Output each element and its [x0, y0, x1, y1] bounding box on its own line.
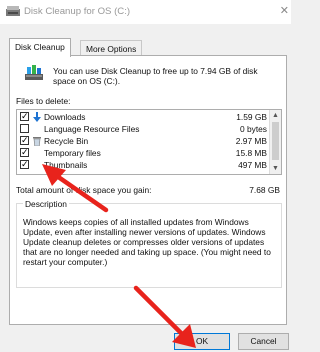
tab-disk-cleanup[interactable]: Disk Cleanup [9, 38, 71, 57]
description-text: Windows keeps copies of all installed up… [23, 217, 271, 268]
list-item-thumbnails[interactable]: ✓ Thumbnails 497 MB [17, 159, 270, 171]
file-size: 15.8 MB [235, 148, 267, 158]
recycle-bin-icon [33, 137, 41, 146]
scroll-up-icon[interactable]: ▲ [270, 110, 281, 121]
intro-text: You can use Disk Cleanup to free up to 7… [53, 66, 258, 86]
checkbox-language-resource-files[interactable] [20, 124, 29, 133]
file-size: 497 MB [238, 160, 267, 170]
total-space-value: 7.68 GB [249, 185, 280, 195]
file-name: Recycle Bin [44, 136, 89, 146]
list-item-recycle-bin[interactable]: ✓ Recycle Bin 2.97 MB [17, 135, 270, 147]
list-item-temporary-files[interactable]: ✓ Temporary files 15.8 MB [17, 147, 270, 159]
checkbox-temporary-files[interactable]: ✓ [20, 147, 29, 157]
check-icon: ✓ [21, 159, 29, 169]
disk-cleanup-panel: You can use Disk Cleanup to free up to 7… [9, 55, 287, 325]
tab-more-options[interactable]: More Options [80, 40, 143, 56]
window-title: Disk Cleanup for OS (C:) [24, 6, 131, 17]
title-bar: Disk Cleanup for OS (C:) ✕ [0, 0, 291, 24]
list-item-language-resource-files[interactable]: Language Resource Files 0 bytes [17, 123, 270, 135]
list-item-downloads[interactable]: ✓ Downloads 1.59 GB [17, 111, 270, 123]
files-list[interactable]: ✓ Downloads 1.59 GB Language Resource Fi… [16, 109, 282, 175]
cancel-button[interactable]: Cancel [238, 333, 289, 350]
disk-cleanup-icon [6, 6, 20, 16]
total-space-label: Total amount of disk space you gain: [16, 185, 152, 195]
close-icon[interactable]: ✕ [280, 4, 289, 17]
file-name: Downloads [44, 112, 86, 122]
check-icon: ✓ [21, 147, 29, 157]
files-scrollbar[interactable]: ▲ ▼ [269, 110, 281, 174]
file-name: Thumbnails [44, 160, 88, 170]
ok-button[interactable]: OK [174, 333, 230, 350]
file-size: 2.97 MB [235, 136, 267, 146]
download-icon [33, 112, 41, 122]
file-name: Temporary files [44, 148, 101, 158]
check-icon: ✓ [21, 111, 29, 121]
checkbox-thumbnails[interactable]: ✓ [20, 159, 29, 169]
checkbox-downloads[interactable]: ✓ [20, 111, 29, 121]
scroll-down-icon[interactable]: ▼ [270, 163, 281, 174]
drive-cleanup-icon [25, 65, 43, 80]
file-size: 0 bytes [239, 124, 267, 134]
files-to-delete-label: Files to delete: [16, 96, 71, 106]
file-name: Language Resource Files [44, 124, 140, 134]
description-group: Description Windows keeps copies of all … [16, 199, 282, 288]
file-size: 1.59 GB [236, 112, 267, 122]
check-icon: ✓ [21, 135, 29, 145]
scroll-thumb[interactable] [272, 122, 279, 160]
description-legend: Description [23, 199, 69, 209]
checkbox-recycle-bin[interactable]: ✓ [20, 135, 29, 145]
